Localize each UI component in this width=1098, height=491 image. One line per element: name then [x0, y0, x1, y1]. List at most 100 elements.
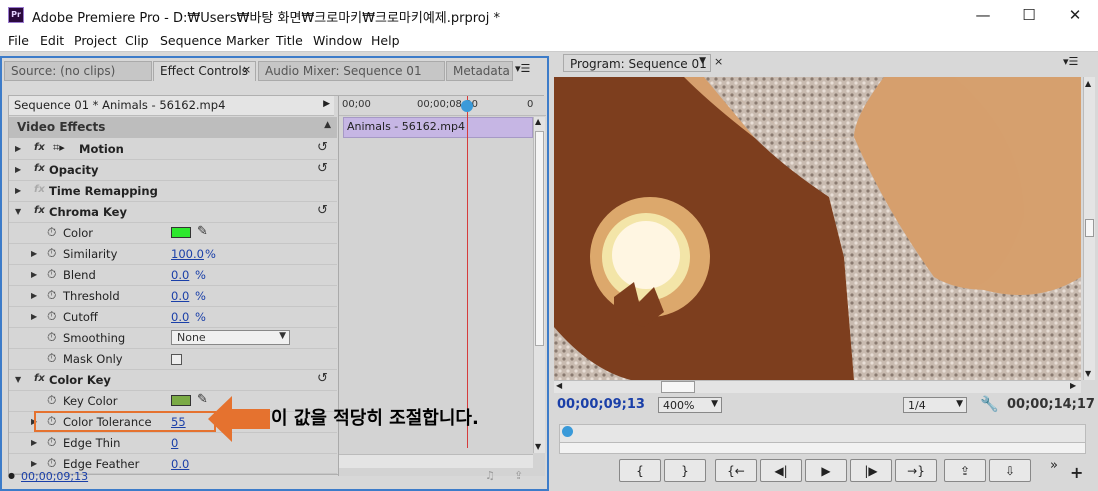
add-button-icon[interactable]: + — [1070, 463, 1083, 482]
scroll-thumb[interactable] — [535, 131, 544, 346]
program-video-frame[interactable] — [554, 77, 1081, 380]
panel-menu-icon[interactable]: ▾☰ — [515, 62, 530, 75]
fx-icon[interactable]: fx — [34, 373, 45, 384]
scroll-right-icon[interactable]: ▶ — [1070, 381, 1076, 390]
expand-icon[interactable]: ▶ — [15, 144, 21, 153]
stopwatch-icon[interactable]: ⏱ — [47, 267, 56, 282]
reset-icon[interactable]: ↺ — [317, 371, 328, 386]
menu-marker[interactable]: Marker — [226, 33, 269, 48]
scroll-left-icon[interactable]: ◀ — [556, 381, 562, 390]
fx-icon[interactable]: fx — [34, 205, 45, 216]
effect-row-color-key[interactable]: ▼ fx Color Key ↺ — [9, 370, 337, 391]
scroll-up-icon[interactable]: ▲ — [1085, 79, 1091, 88]
collapse-icon[interactable]: ▼ — [15, 207, 21, 216]
collapse-icon[interactable]: ▼ — [15, 375, 21, 384]
edge-thin-value[interactable]: 0 — [171, 436, 178, 450]
effect-row-opacity[interactable]: ▶ fx Opacity ↺ — [9, 160, 337, 181]
stopwatch-icon[interactable]: ⏱ — [47, 351, 56, 366]
expand-icon[interactable]: ▶ — [15, 186, 21, 195]
close-button[interactable]: ✕ — [1052, 0, 1098, 30]
expand-icon[interactable]: ▶ — [31, 438, 37, 447]
smoothing-select[interactable]: None ▼ — [171, 330, 290, 345]
time-ruler[interactable]: 00;00 00;00;08;00 0 — [339, 96, 546, 116]
zoom-select[interactable]: 400% ▼ — [658, 397, 722, 413]
stopwatch-icon[interactable]: ⏱ — [47, 309, 56, 324]
horizontal-scrollbar[interactable] — [339, 454, 533, 468]
stopwatch-icon[interactable]: ⏱ — [47, 330, 56, 345]
tab-source[interactable]: Source: (no clips) — [4, 61, 152, 81]
edge-feather-value[interactable]: 0.0 — [171, 457, 189, 471]
fx-icon[interactable]: fx — [34, 163, 45, 174]
panel-menu-icon[interactable]: ▾☰ — [1063, 55, 1078, 68]
program-time-ruler[interactable] — [559, 424, 1086, 454]
step-back-button[interactable]: ◀| — [760, 459, 802, 482]
menu-sequence[interactable]: Sequence — [160, 33, 222, 48]
lift-button[interactable]: ⇪ — [944, 459, 986, 482]
scroll-down-icon[interactable]: ▼ — [535, 442, 541, 451]
eyedropper-icon[interactable]: ✎ — [197, 224, 208, 239]
threshold-value[interactable]: 0.0 — [171, 289, 189, 303]
expand-icon[interactable]: ▶ — [31, 249, 37, 258]
resolution-select[interactable]: 1/4 ▼ — [903, 397, 967, 413]
mark-in-button[interactable]: { — [619, 459, 661, 482]
vertical-scrollbar[interactable]: ▲ ▼ — [1083, 77, 1095, 380]
stopwatch-icon[interactable]: ⏱ — [47, 246, 56, 261]
go-to-out-button[interactable]: →} — [895, 459, 937, 482]
horizontal-scrollbar[interactable]: ◀ ▶ — [554, 380, 1081, 393]
expand-icon[interactable]: ▶ — [31, 291, 37, 300]
fx-icon[interactable]: fx — [34, 142, 45, 153]
tab-effect-controls[interactable]: Effect Controls — [153, 61, 256, 81]
chevron-down-icon[interactable]: ▼ — [699, 56, 706, 66]
close-tab-icon[interactable]: × — [242, 63, 251, 76]
mark-out-button[interactable]: } — [664, 459, 706, 482]
color-swatch[interactable] — [171, 227, 191, 238]
wrench-icon[interactable]: 🔧 — [980, 395, 999, 413]
effect-row-time-remapping[interactable]: ▶ fx Time Remapping — [9, 181, 337, 202]
mask-only-checkbox[interactable] — [171, 354, 182, 365]
reset-icon[interactable]: ↺ — [317, 161, 328, 176]
similarity-value[interactable]: 100.0 — [171, 247, 204, 261]
menu-window[interactable]: Window — [313, 33, 362, 48]
expand-icon[interactable]: ▶ — [31, 270, 37, 279]
timeline-clip[interactable]: Animals - 56162.mp4 — [343, 117, 533, 138]
play-button[interactable]: ▶ — [805, 459, 847, 482]
expand-icon[interactable]: ▶ — [15, 165, 21, 174]
tab-audio-mixer[interactable]: Audio Mixer: Sequence 01 — [258, 61, 445, 81]
stopwatch-icon[interactable]: ⏱ — [47, 435, 56, 450]
scroll-down-icon[interactable]: ▼ — [1085, 369, 1091, 378]
extract-button[interactable]: ⇩ — [989, 459, 1031, 482]
program-timecode[interactable]: 00;00;09;13 — [557, 397, 645, 412]
key-color-swatch[interactable] — [171, 395, 191, 406]
more-controls-icon[interactable]: » — [1050, 458, 1058, 473]
maximize-button[interactable]: ☐ — [1006, 0, 1052, 30]
menu-file[interactable]: File — [8, 33, 29, 48]
cutoff-value[interactable]: 0.0 — [171, 310, 189, 324]
scroll-up-icon[interactable]: ▲ — [535, 117, 541, 126]
go-to-in-button[interactable]: {← — [715, 459, 757, 482]
reset-icon[interactable]: ↺ — [317, 140, 328, 155]
menu-project[interactable]: Project — [74, 33, 117, 48]
stopwatch-icon[interactable]: ⏱ — [47, 456, 56, 471]
expand-icon[interactable]: ▶ — [31, 459, 37, 468]
menu-title[interactable]: Title — [276, 33, 303, 48]
stopwatch-icon[interactable]: ⏱ — [47, 288, 56, 303]
blend-value[interactable]: 0.0 — [171, 268, 189, 282]
tab-program[interactable]: Program: Sequence 01 ▼ — [563, 54, 711, 72]
audio-icon[interactable]: ♫ — [485, 469, 495, 482]
zoom-scrollbar[interactable] — [560, 442, 1085, 453]
collapse-icon[interactable]: ▲ — [324, 120, 331, 130]
menu-edit[interactable]: Edit — [40, 33, 64, 48]
effect-row-motion[interactable]: ▶ fx ⌗▸ Motion ↺ — [9, 139, 337, 160]
effect-row-chroma-key[interactable]: ▼ fx Chroma Key ↺ — [9, 202, 337, 223]
menu-clip[interactable]: Clip — [125, 33, 149, 48]
playhead-handle[interactable] — [461, 100, 473, 112]
ec-current-time[interactable]: 00;00;09;13 — [21, 470, 88, 483]
vertical-scrollbar[interactable]: ▲ ▼ — [533, 117, 545, 453]
program-playhead[interactable] — [562, 426, 573, 437]
tab-metadata[interactable]: Metadata — [446, 61, 513, 81]
reset-icon[interactable]: ↺ — [317, 203, 328, 218]
step-forward-button[interactable]: |▶ — [850, 459, 892, 482]
close-tab-icon[interactable]: × — [714, 55, 723, 68]
expand-icon[interactable]: ▶ — [31, 312, 37, 321]
scroll-thumb[interactable] — [1085, 219, 1094, 237]
